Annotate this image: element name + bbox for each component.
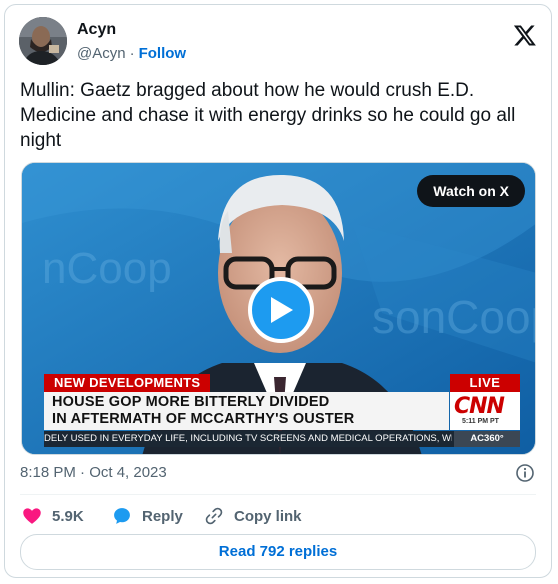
reply-button[interactable]: Reply [112,502,183,530]
tweet-text: Mullin: Gaetz bragged about how he would… [20,80,516,151]
play-button[interactable] [248,277,314,343]
x-logo-icon[interactable] [513,23,537,47]
read-replies-button[interactable]: Read 792 replies [20,534,536,570]
svg-text:sonCoop: sonCoop [372,291,536,343]
tweet-card: Acyn @Acyn · Follow Mullin: Gaetz bragged … [4,4,552,578]
follow-button[interactable]: Follow [139,45,187,62]
watch-on-x-button[interactable]: Watch on X [417,175,525,207]
info-icon[interactable] [515,463,535,483]
divider [20,494,536,495]
chyron-label: NEW DEVELOPMENTS [44,374,211,392]
like-count: 5.9K [52,507,84,525]
live-badge: LIVE [450,374,520,392]
cnn-logo-box: CNN 5:11 PM PT [450,392,520,430]
copy-link-button[interactable]: Copy link [204,502,302,530]
cnn-logo: CNN [454,394,505,419]
svg-text:nCoop: nCoop [42,244,172,293]
chyron-headline-box: HOUSE GOP MORE BITTERLY DIVIDED IN AFTER… [44,392,449,430]
news-ticker: DELY USED IN EVERYDAY LIFE, INCLUDING TV… [44,431,520,447]
avatar[interactable] [19,17,67,65]
tweet-timestamp[interactable]: 8:18 PM · Oct 4, 2023 [20,464,167,481]
copy-link-label: Copy link [234,507,302,525]
ticker-text: DELY USED IN EVERYDAY LIFE, INCLUDING TV… [44,433,452,444]
chyron-headline-line2: IN AFTERMATH OF MCCARTHY'S OUSTER [52,411,355,427]
heart-icon [23,508,41,524]
like-button[interactable]: 5.9K [22,502,84,530]
play-icon [271,297,293,323]
reply-label: Reply [142,507,183,525]
speech-bubble-icon [114,508,130,524]
author-handle-row: @Acyn · Follow [77,45,186,62]
link-icon [205,507,223,525]
chyron-headline: HOUSE GOP MORE BITTERLY DIVIDED IN AFTER… [52,394,354,428]
show-badge: AC360° [454,431,520,447]
separator-dot: · [129,45,135,62]
author-name[interactable]: Acyn [77,21,116,39]
video-player[interactable]: nCoop sonCoop Watch on X NEW DEVELOPMENT… [21,162,536,455]
broadcast-time: 5:11 PM PT [462,418,499,425]
tweet-header: Acyn @Acyn · Follow [19,15,537,65]
author-handle[interactable]: @Acyn [77,45,126,62]
chyron-headline-line1: HOUSE GOP MORE BITTERLY DIVIDED [52,394,330,410]
